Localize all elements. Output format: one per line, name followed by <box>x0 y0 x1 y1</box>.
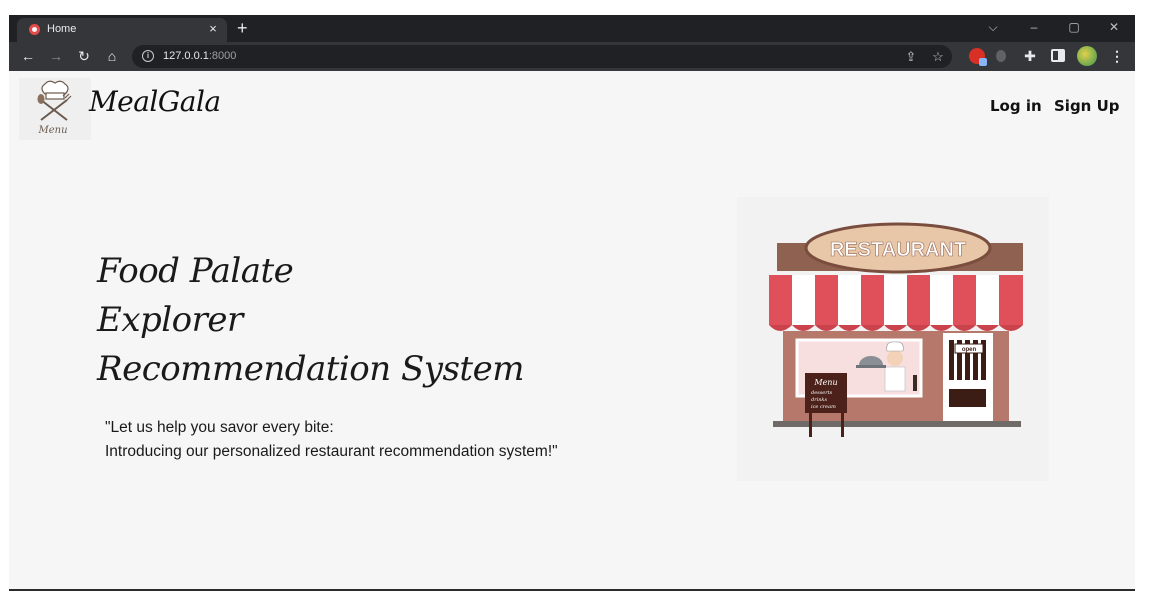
home-button[interactable]: ⌂ <box>103 47 121 65</box>
hero-title-line: Food Palate <box>97 251 294 291</box>
url-text[interactable]: 127.0.0.1:8000 <box>163 50 236 62</box>
tab-strip: Home × + ⌵ – ▢ ✕ <box>9 15 1135 42</box>
restore-button[interactable]: ▢ <box>1064 19 1084 35</box>
tab-search-icon[interactable]: ⌵ <box>983 19 1003 35</box>
extensions-puzzle-icon[interactable]: ✚ <box>1022 48 1038 64</box>
logo[interactable]: Menu <box>19 78 91 140</box>
menu-board-title: Menu <box>813 378 837 387</box>
share-icon[interactable]: ⇪ <box>902 48 920 65</box>
hero-tagline: "Let us help you savor every bite: Intro… <box>105 416 558 464</box>
site-info-icon[interactable]: i <box>142 50 154 62</box>
restaurant-sign-text: RESTAURANT <box>830 239 966 261</box>
back-button[interactable]: ← <box>19 47 37 65</box>
tagline-line: Introducing our personalized restaurant … <box>105 443 558 460</box>
restaurant-storefront-image: RESTAURANT open Menu desserts drinks ice… <box>769 222 1023 437</box>
address-bar[interactable]: i 127.0.0.1:8000 ⇪ ☆ <box>132 45 952 68</box>
page-bottom-border <box>9 589 1135 591</box>
side-panel-icon[interactable] <box>1051 49 1065 62</box>
menu-board-item: drinks <box>811 397 827 403</box>
extension-icon[interactable] <box>996 50 1006 62</box>
browser-window: Home × + ⌵ – ▢ ✕ ← → ↻ ⌂ i 127.0.0.1:800… <box>9 15 1135 591</box>
reload-button[interactable]: ↻ <box>75 47 93 65</box>
new-tab-button[interactable]: + <box>237 18 248 38</box>
menu-board-item: ice cream <box>811 404 836 410</box>
door-open-sign: open <box>962 347 977 353</box>
bookmark-star-icon[interactable]: ☆ <box>929 48 947 65</box>
logo-text: Menu <box>37 125 67 136</box>
close-window-button[interactable]: ✕ <box>1104 19 1124 35</box>
page-content: Menu MealGala Log in Sign Up Food Palate… <box>9 71 1135 591</box>
profile-avatar[interactable] <box>1077 46 1097 66</box>
favicon-icon <box>29 24 40 35</box>
minimize-button[interactable]: – <box>1024 19 1044 35</box>
hero-title-line: Recommendation System <box>97 349 524 389</box>
hero-title-line: Explorer <box>97 300 243 340</box>
extension-icon[interactable] <box>969 48 987 66</box>
tab-close-icon[interactable]: × <box>205 21 221 37</box>
hero-title: Food Palate Explorer Recommendation Syst… <box>97 247 524 394</box>
brand-name[interactable]: MealGala <box>89 85 221 118</box>
login-link[interactable]: Log in <box>990 97 1042 115</box>
tab-title: Home <box>47 23 77 35</box>
tab-home[interactable]: Home × <box>17 18 227 42</box>
signup-link[interactable]: Sign Up <box>1054 97 1120 115</box>
menu-board-item: desserts <box>811 390 833 396</box>
browser-toolbar: ← → ↻ ⌂ i 127.0.0.1:8000 ⇪ ☆ ✚ ⋮ <box>9 42 1135 71</box>
tagline-line: "Let us help you savor every bite: <box>105 419 334 436</box>
forward-button[interactable]: → <box>47 47 65 65</box>
browser-menu-icon[interactable]: ⋮ <box>1110 47 1124 65</box>
restaurant-illustration: RESTAURANT open Menu desserts drinks ice… <box>737 197 1049 481</box>
chef-logo-icon: Menu <box>37 80 72 136</box>
